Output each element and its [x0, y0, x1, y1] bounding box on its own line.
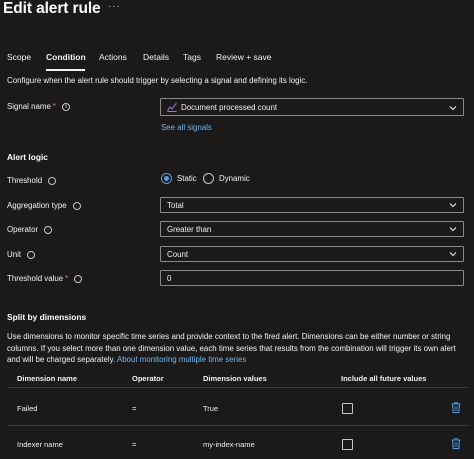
chevron-down-icon [449, 106, 457, 111]
unit-dropdown[interactable]: Count [160, 246, 464, 262]
column-header-include-future: Include all future values [341, 374, 427, 383]
tab-bar: Scope Condition Actions Details Tags Rev… [0, 52, 474, 71]
operator-label-text: Operator [7, 225, 39, 234]
info-icon[interactable] [72, 201, 81, 210]
info-icon[interactable] [74, 274, 83, 283]
trash-icon[interactable] [451, 402, 461, 413]
dimension-name-cell: Failed [17, 404, 38, 413]
operator-cell: = [132, 440, 137, 449]
threshold-label-text: Threshold [7, 176, 43, 185]
split-by-dimensions-title: Split by dimensions [7, 312, 87, 322]
info-icon[interactable] [48, 176, 57, 185]
dimension-values-cell: True [203, 404, 219, 413]
tab-scope[interactable]: Scope [7, 52, 31, 62]
operator-dropdown[interactable]: Greater than [160, 221, 464, 237]
chevron-down-icon [449, 227, 457, 232]
operator-label: Operator [7, 225, 53, 234]
column-header-dimension-values: Dimension values [203, 374, 267, 383]
column-header-dimension-name: Dimension name [17, 374, 78, 383]
table-divider [7, 425, 469, 426]
tab-tags[interactable]: Tags [183, 52, 201, 62]
chevron-down-icon [449, 252, 457, 257]
threshold-value-label-text: Threshold value [7, 274, 64, 283]
signal-name-label: Signal name * i [7, 102, 70, 111]
aggregation-type-dropdown[interactable]: Total [160, 197, 464, 213]
aggregation-type-label: Aggregation type [7, 201, 81, 210]
trash-icon[interactable] [451, 438, 461, 449]
tab-condition[interactable]: Condition [46, 52, 86, 62]
required-mark: * [52, 102, 56, 111]
table-divider [7, 387, 469, 388]
signal-name-value: Document processed count [181, 103, 278, 112]
multiple-time-series-link[interactable]: About monitoring multiple time series [117, 355, 246, 364]
alert-logic-title: Alert logic [7, 152, 48, 162]
chevron-down-icon [449, 203, 457, 208]
info-icon[interactable] [44, 225, 53, 234]
condition-description: Configure when the alert rule should tri… [7, 76, 308, 85]
unit-label: Unit [7, 250, 36, 259]
metric-signal-icon [167, 102, 177, 112]
threshold-value-text: 0 [167, 274, 172, 283]
operator-value: Greater than [167, 225, 212, 234]
signal-name-dropdown[interactable]: Document processed count [160, 98, 464, 116]
threshold-dynamic-label: Dynamic [219, 174, 250, 183]
unit-label-text: Unit [7, 250, 22, 259]
signal-name-label-text: Signal name [7, 102, 51, 111]
column-header-operator: Operator [132, 374, 164, 383]
page-title: Edit alert rule [3, 0, 101, 17]
threshold-static-label: Static [177, 174, 197, 183]
include-future-checkbox[interactable] [342, 403, 353, 414]
aggregation-type-value: Total [167, 201, 184, 210]
threshold-value-input[interactable]: 0 [160, 270, 464, 286]
see-all-signals-link[interactable]: See all signals [161, 123, 212, 132]
info-icon[interactable] [27, 250, 36, 259]
include-future-checkbox[interactable] [342, 439, 353, 450]
required-mark: * [65, 274, 69, 283]
dimension-values-cell: my-index-name [203, 440, 255, 449]
tab-actions[interactable]: Actions [99, 52, 127, 62]
dimension-name-cell: Indexer name [17, 440, 63, 449]
tab-details[interactable]: Details [143, 52, 169, 62]
aggregation-type-label-text: Aggregation type [7, 201, 67, 210]
threshold-static-radio[interactable] [161, 173, 172, 184]
tab-review-save[interactable]: Review + save [216, 52, 272, 62]
split-description: Use dimensions to monitor specific time … [7, 331, 469, 366]
active-tab-indicator [46, 69, 85, 71]
info-icon[interactable]: i [61, 102, 70, 111]
more-icon[interactable]: ··· [108, 1, 121, 12]
threshold-dynamic-radio[interactable] [203, 173, 214, 184]
threshold-label: Threshold [7, 176, 57, 185]
unit-value: Count [167, 250, 189, 259]
operator-cell: = [132, 404, 137, 413]
threshold-value-label: Threshold value * [7, 274, 83, 283]
